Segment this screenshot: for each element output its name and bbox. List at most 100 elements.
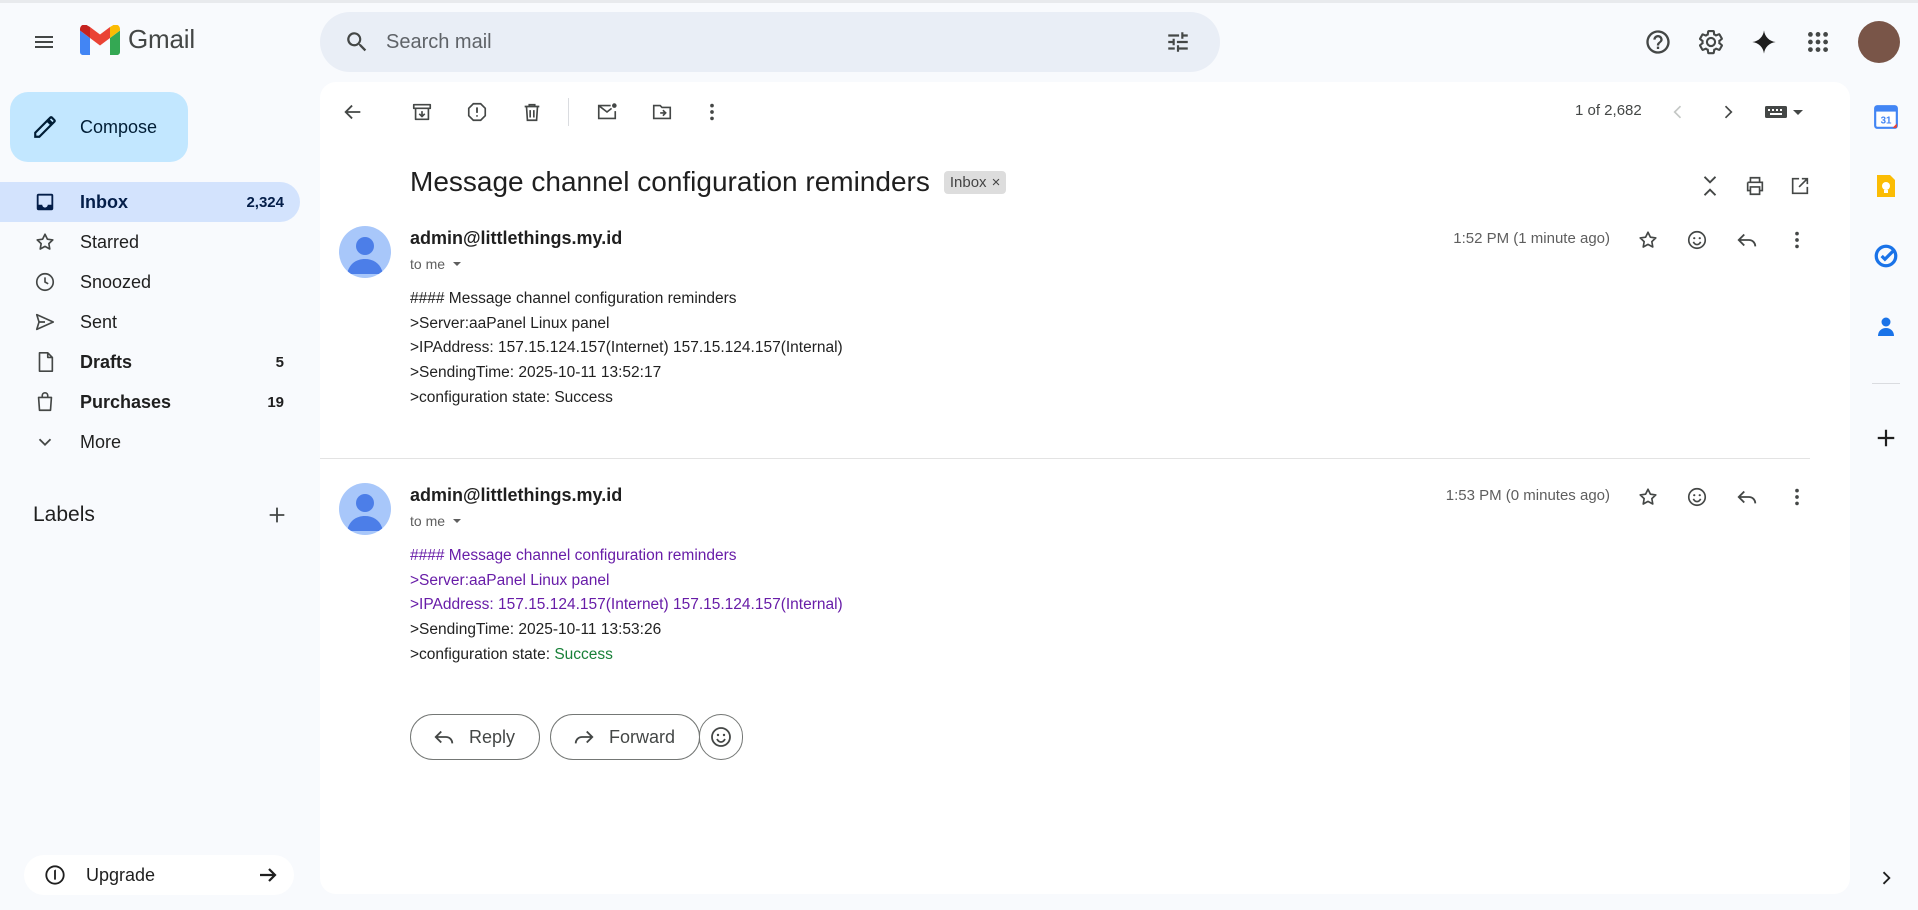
get-addons-button[interactable] <box>1870 422 1902 454</box>
reply-button[interactable] <box>1727 477 1767 517</box>
calendar-app-button[interactable]: 31 <box>1870 101 1902 133</box>
sidebar-item-starred[interactable]: Starred <box>0 222 300 262</box>
sidebar-item-sent[interactable]: Sent <box>0 302 300 342</box>
gmail-logo[interactable]: Gmail <box>80 24 195 55</box>
main-menu-button[interactable] <box>24 22 64 62</box>
sidebar-item-inbox[interactable]: Inbox 2,324 <box>0 182 300 222</box>
print-all-button[interactable] <box>1735 166 1775 206</box>
thread-subject: Message channel configuration reminders … <box>410 166 1007 198</box>
upgrade-label: Upgrade <box>86 864 156 885</box>
search-bar[interactable] <box>320 12 1220 72</box>
upgrade-icon <box>45 865 65 885</box>
delete-button[interactable] <box>512 92 552 132</box>
collapse-all-button[interactable] <box>1690 166 1730 206</box>
message-time: 1:52 PM (1 minute ago) <box>1453 230 1610 247</box>
message-more-button[interactable] <box>1777 220 1817 260</box>
move-to-button[interactable] <box>642 92 682 132</box>
reply-pill-button[interactable]: Reply <box>410 714 541 760</box>
sidebar-item-purchases[interactable]: Purchases 19 <box>0 382 300 422</box>
search-options-button[interactable] <box>1154 18 1202 66</box>
search-button[interactable] <box>328 12 386 72</box>
back-button[interactable] <box>333 92 373 132</box>
archive-button[interactable] <box>402 92 442 132</box>
pagination-label: 1 of 2,682 <box>1575 102 1642 119</box>
account-avatar[interactable] <box>1858 21 1900 63</box>
more-vert-icon <box>1795 231 1799 249</box>
keep-app-button[interactable] <box>1870 170 1902 202</box>
person-icon <box>347 494 383 531</box>
forward-icon <box>574 730 594 744</box>
support-button[interactable] <box>1637 21 1679 63</box>
smiley-icon <box>1687 487 1707 507</box>
body-line: >configuration state: Success <box>410 643 843 668</box>
upgrade-button[interactable]: Upgrade <box>24 855 294 895</box>
search-input[interactable] <box>386 30 1154 54</box>
forward-pill-button[interactable]: Forward <box>550 714 701 760</box>
sidebar-item-label: More <box>80 431 122 452</box>
google-apps-button[interactable] <box>1797 21 1839 63</box>
chevron-left-icon <box>1673 105 1682 119</box>
star-icon <box>1639 231 1657 248</box>
remove-label-button[interactable]: × <box>992 174 1001 191</box>
show-side-panel-button[interactable] <box>1870 862 1902 894</box>
pencil-icon <box>34 116 56 138</box>
message-body: #### Message channel configuration remin… <box>410 287 843 411</box>
open-in-new-icon <box>1791 177 1809 195</box>
contacts-app-button[interactable] <box>1870 310 1902 342</box>
sidebar-item-drafts[interactable]: Drafts 5 <box>0 342 300 382</box>
smiley-icon <box>711 727 731 747</box>
sidebar-item-more[interactable]: More <box>0 422 300 462</box>
message-divider <box>320 458 1810 459</box>
arrow-drop-down-icon <box>453 519 462 523</box>
older-button[interactable] <box>1708 92 1748 132</box>
sidebar-item-label: Starred <box>80 231 140 252</box>
sender-avatar[interactable] <box>339 226 391 278</box>
sender-avatar[interactable] <box>339 483 391 535</box>
clock-icon <box>32 269 58 295</box>
recipients-label: to me <box>410 256 446 272</box>
subject-title: Message channel configuration reminders <box>410 166 930 197</box>
compose-button[interactable]: Compose <box>10 92 188 162</box>
contacts-icon <box>1878 317 1894 336</box>
sidebar-item-snoozed[interactable]: Snoozed <box>0 262 300 302</box>
settings-button[interactable] <box>1690 21 1732 63</box>
printer-icon <box>1746 176 1764 196</box>
gemini-button[interactable] <box>1743 21 1785 63</box>
tasks-app-button[interactable] <box>1870 240 1902 272</box>
open-new-window-button[interactable] <box>1780 166 1820 206</box>
side-panel-divider <box>1872 383 1900 384</box>
message-more-button[interactable] <box>1777 477 1817 517</box>
reply-button[interactable] <box>1727 220 1767 260</box>
send-icon <box>32 309 58 335</box>
help-icon <box>1646 30 1670 54</box>
recipients-label: to me <box>410 513 446 529</box>
sender-name[interactable]: admin@littlethings.my.id <box>410 485 622 506</box>
reply-label: Reply <box>469 726 516 747</box>
recipients-toggle[interactable]: to me <box>410 256 463 272</box>
mark-unread-button[interactable] <box>587 92 627 132</box>
shopping-bag-icon <box>32 389 58 415</box>
recipients-toggle[interactable]: to me <box>410 513 463 529</box>
create-label-button[interactable] <box>259 497 295 533</box>
report-spam-button[interactable] <box>457 92 497 132</box>
unfold-less-icon <box>1703 176 1717 196</box>
star-message-button[interactable] <box>1628 220 1668 260</box>
archive-icon <box>412 103 432 121</box>
star-message-button[interactable] <box>1628 477 1668 517</box>
more-options-button[interactable] <box>692 92 732 132</box>
labels-title: Labels <box>33 503 95 526</box>
sender-name[interactable]: admin@littlethings.my.id <box>410 228 622 249</box>
emoji-reaction-button[interactable] <box>699 714 743 760</box>
add-reaction-button[interactable] <box>1677 220 1717 260</box>
input-tools-button[interactable] <box>1760 92 1810 132</box>
add-reaction-button[interactable] <box>1677 477 1717 517</box>
chip-label: Inbox <box>949 173 987 191</box>
body-line: >configuration state: Success <box>410 388 613 406</box>
arrow-right-icon <box>260 868 277 882</box>
newer-button[interactable] <box>1658 92 1698 132</box>
body-line: >SendingTime: 2025-10-11 13:52:17 <box>410 364 662 382</box>
gmail-m-icon <box>80 24 120 55</box>
status-value: Success <box>554 645 613 663</box>
mark-unread-icon <box>597 103 617 120</box>
app-name: Gmail <box>128 24 195 54</box>
